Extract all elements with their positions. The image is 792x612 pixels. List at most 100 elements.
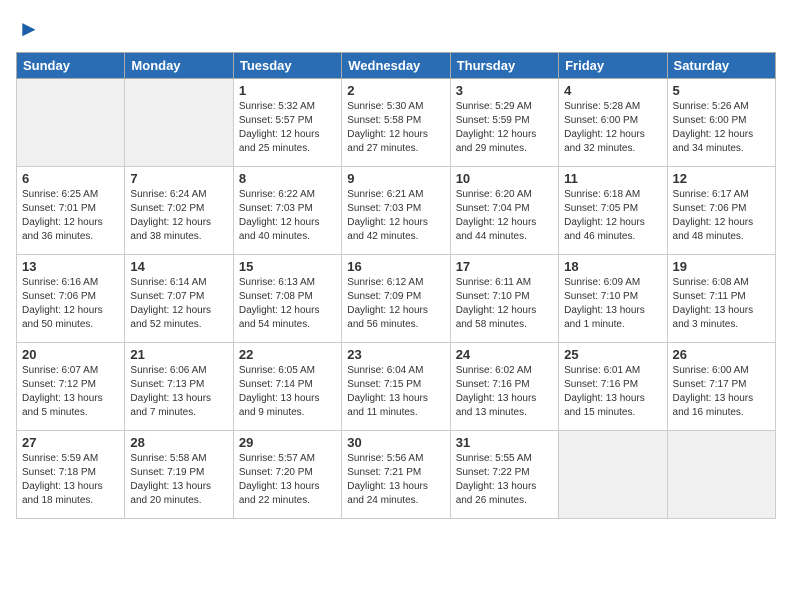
calendar-cell: 23Sunrise: 6:04 AM Sunset: 7:15 PM Dayli… <box>342 343 450 431</box>
day-number: 25 <box>564 347 661 362</box>
calendar-cell: 7 Sunrise: 6:24 AM Sunset: 7:02 PM Daylig… <box>125 167 233 255</box>
day-number: 4 <box>564 83 661 98</box>
day-info: Sunrise: 6:22 AM Sunset: 7:03 PM Dayligh… <box>239 188 336 244</box>
day-number: 20 <box>22 347 119 362</box>
day-info: Sunrise: 6:00 AM Sunset: 7:17 PM Dayligh… <box>673 364 770 420</box>
day-info: Sunrise: 6:24 AM Sunset: 7:02 PM Dayligh… <box>130 188 227 244</box>
day-number: 26 <box>673 347 770 362</box>
day-number: 21 <box>130 347 227 362</box>
day-info: Sunrise: 5:28 AM Sunset: 6:00 PM Dayligh… <box>564 100 661 156</box>
day-info: Sunrise: 6:04 AM Sunset: 7:15 PM Dayligh… <box>347 364 444 420</box>
day-number: 2 <box>347 83 444 98</box>
calendar-cell: 28 Sunrise: 5:58 AM Sunset: 7:19 PM Dayli… <box>125 431 233 519</box>
day-number: 24 <box>456 347 553 362</box>
calendar-cell: 5 Sunrise: 5:26 AM Sunset: 6:00 PM Daylig… <box>667 79 775 167</box>
calendar-cell: 22 Sunrise: 6:05 AM Sunset: 7:14 PM Dayli… <box>233 343 341 431</box>
logo-bird-icon: ► <box>18 16 40 42</box>
day-info: Sunrise: 6:17 AM Sunset: 7:06 PM Dayligh… <box>673 188 770 244</box>
calendar-cell: 26 Sunrise: 6:00 AM Sunset: 7:17 PM Dayli… <box>667 343 775 431</box>
calendar-cell: 24 Sunrise: 6:02 AM Sunset: 7:16 PM Dayli… <box>450 343 558 431</box>
day-info: Sunrise: 6:08 AM Sunset: 7:11 PM Dayligh… <box>673 276 770 332</box>
calendar-cell: 4 Sunrise: 5:28 AM Sunset: 6:00 PM Daylig… <box>559 79 667 167</box>
day-info: Sunrise: 6:12 AM Sunset: 7:09 PM Dayligh… <box>347 276 444 332</box>
day-info: Sunrise: 6:11 AM Sunset: 7:10 PM Dayligh… <box>456 276 553 332</box>
day-info: Sunrise: 6:02 AM Sunset: 7:16 PM Dayligh… <box>456 364 553 420</box>
calendar-cell: 2 Sunrise: 5:30 AM Sunset: 5:58 PM Daylig… <box>342 79 450 167</box>
day-info: Sunrise: 6:07 AM Sunset: 7:12 PM Dayligh… <box>22 364 119 420</box>
calendar-cell: 25Sunrise: 6:01 AM Sunset: 7:16 PM Dayli… <box>559 343 667 431</box>
day-info: Sunrise: 5:26 AM Sunset: 6:00 PM Dayligh… <box>673 100 770 156</box>
weekday-header-tuesday: Tuesday <box>233 53 341 79</box>
calendar-week-2: 6 Sunrise: 6:25 AM Sunset: 7:01 PM Daylig… <box>17 167 776 255</box>
day-number: 10 <box>456 171 553 186</box>
day-info: Sunrise: 6:25 AM Sunset: 7:01 PM Dayligh… <box>22 188 119 244</box>
calendar-cell: 16 Sunrise: 6:12 AM Sunset: 7:09 PM Dayli… <box>342 255 450 343</box>
weekday-header-wednesday: Wednesday <box>342 53 450 79</box>
weekday-header-thursday: Thursday <box>450 53 558 79</box>
weekday-header-friday: Friday <box>559 53 667 79</box>
day-number: 1 <box>239 83 336 98</box>
calendar-cell: 18Sunrise: 6:09 AM Sunset: 7:10 PM Dayli… <box>559 255 667 343</box>
day-number: 30 <box>347 435 444 450</box>
day-number: 16 <box>347 259 444 274</box>
day-info: Sunrise: 6:05 AM Sunset: 7:14 PM Dayligh… <box>239 364 336 420</box>
calendar-cell <box>17 79 125 167</box>
calendar-cell: 10 Sunrise: 6:20 AM Sunset: 7:04 PM Dayli… <box>450 167 558 255</box>
day-number: 11 <box>564 171 661 186</box>
day-info: Sunrise: 6:20 AM Sunset: 7:04 PM Dayligh… <box>456 188 553 244</box>
calendar-cell: 11 Sunrise: 6:18 AM Sunset: 7:05 PM Dayli… <box>559 167 667 255</box>
day-info: Sunrise: 6:14 AM Sunset: 7:07 PM Dayligh… <box>130 276 227 332</box>
day-info: Sunrise: 5:30 AM Sunset: 5:58 PM Dayligh… <box>347 100 444 156</box>
day-info: Sunrise: 5:59 AM Sunset: 7:18 PM Dayligh… <box>22 452 119 508</box>
calendar-cell <box>667 431 775 519</box>
day-info: Sunrise: 6:06 AM Sunset: 7:13 PM Dayligh… <box>130 364 227 420</box>
calendar-cell: 29 Sunrise: 5:57 AM Sunset: 7:20 PM Dayli… <box>233 431 341 519</box>
day-info: Sunrise: 6:21 AM Sunset: 7:03 PM Dayligh… <box>347 188 444 244</box>
calendar-cell: 12Sunrise: 6:17 AM Sunset: 7:06 PM Dayli… <box>667 167 775 255</box>
day-number: 28 <box>130 435 227 450</box>
calendar-week-3: 13 Sunrise: 6:16 AM Sunset: 7:06 PM Dayli… <box>17 255 776 343</box>
logo: ► <box>16 16 40 42</box>
day-info: Sunrise: 5:55 AM Sunset: 7:22 PM Dayligh… <box>456 452 553 508</box>
calendar-cell: 30 Sunrise: 5:56 AM Sunset: 7:21 PM Dayli… <box>342 431 450 519</box>
calendar-cell: 13 Sunrise: 6:16 AM Sunset: 7:06 PM Dayli… <box>17 255 125 343</box>
day-number: 9 <box>347 171 444 186</box>
day-number: 31 <box>456 435 553 450</box>
day-number: 22 <box>239 347 336 362</box>
day-number: 17 <box>456 259 553 274</box>
calendar-cell: 9 Sunrise: 6:21 AM Sunset: 7:03 PM Daylig… <box>342 167 450 255</box>
calendar-cell: 3 Sunrise: 5:29 AM Sunset: 5:59 PM Daylig… <box>450 79 558 167</box>
weekday-header-monday: Monday <box>125 53 233 79</box>
calendar-cell <box>125 79 233 167</box>
day-info: Sunrise: 5:29 AM Sunset: 5:59 PM Dayligh… <box>456 100 553 156</box>
day-info: Sunrise: 5:58 AM Sunset: 7:19 PM Dayligh… <box>130 452 227 508</box>
day-info: Sunrise: 6:18 AM Sunset: 7:05 PM Dayligh… <box>564 188 661 244</box>
calendar-table: SundayMondayTuesdayWednesdayThursdayFrid… <box>16 52 776 519</box>
day-number: 15 <box>239 259 336 274</box>
calendar-body: 1 Sunrise: 5:32 AM Sunset: 5:57 PM Daylig… <box>17 79 776 519</box>
page-header: ► <box>16 16 776 42</box>
day-number: 6 <box>22 171 119 186</box>
day-info: Sunrise: 6:16 AM Sunset: 7:06 PM Dayligh… <box>22 276 119 332</box>
day-number: 13 <box>22 259 119 274</box>
calendar-cell: 19Sunrise: 6:08 AM Sunset: 7:11 PM Dayli… <box>667 255 775 343</box>
calendar-cell: 6 Sunrise: 6:25 AM Sunset: 7:01 PM Daylig… <box>17 167 125 255</box>
day-number: 14 <box>130 259 227 274</box>
day-info: Sunrise: 5:32 AM Sunset: 5:57 PM Dayligh… <box>239 100 336 156</box>
day-number: 5 <box>673 83 770 98</box>
day-number: 3 <box>456 83 553 98</box>
calendar-header: SundayMondayTuesdayWednesdayThursdayFrid… <box>17 53 776 79</box>
day-info: Sunrise: 5:57 AM Sunset: 7:20 PM Dayligh… <box>239 452 336 508</box>
calendar-week-4: 20 Sunrise: 6:07 AM Sunset: 7:12 PM Dayli… <box>17 343 776 431</box>
day-number: 29 <box>239 435 336 450</box>
calendar-cell <box>559 431 667 519</box>
calendar-cell: 20 Sunrise: 6:07 AM Sunset: 7:12 PM Dayli… <box>17 343 125 431</box>
calendar-cell: 21 Sunrise: 6:06 AM Sunset: 7:13 PM Dayli… <box>125 343 233 431</box>
calendar-week-1: 1 Sunrise: 5:32 AM Sunset: 5:57 PM Daylig… <box>17 79 776 167</box>
day-number: 27 <box>22 435 119 450</box>
weekday-header-saturday: Saturday <box>667 53 775 79</box>
day-number: 7 <box>130 171 227 186</box>
weekday-header-sunday: Sunday <box>17 53 125 79</box>
day-info: Sunrise: 5:56 AM Sunset: 7:21 PM Dayligh… <box>347 452 444 508</box>
day-number: 18 <box>564 259 661 274</box>
